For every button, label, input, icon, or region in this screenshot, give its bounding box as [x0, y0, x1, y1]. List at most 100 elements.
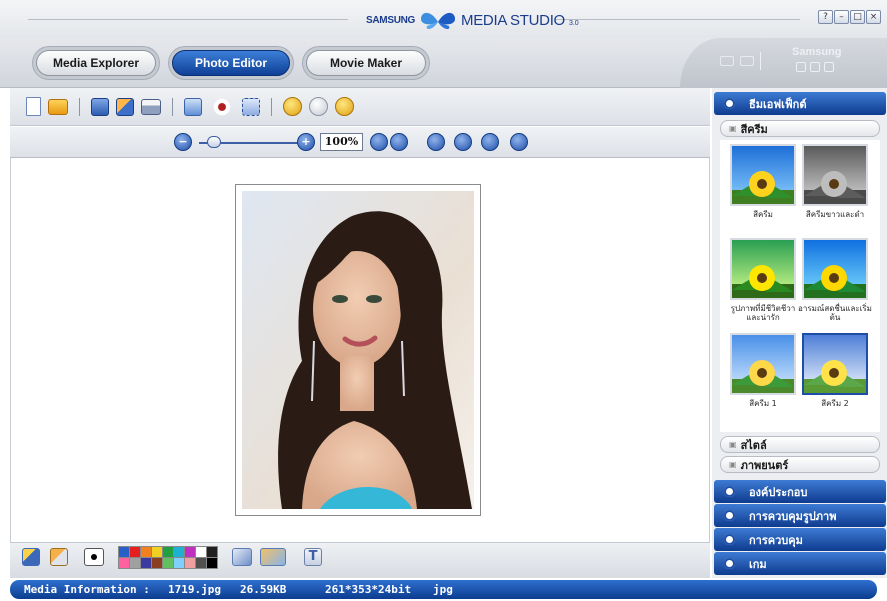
- brush-size-button[interactable]: [84, 548, 104, 566]
- magic-wand-icon[interactable]: [232, 548, 252, 566]
- color-swatch[interactable]: [185, 547, 195, 557]
- photo-device-icon[interactable]: [796, 62, 806, 72]
- sunflower-thumbnail-image: [732, 240, 794, 298]
- reset-icon[interactable]: [335, 97, 354, 116]
- text-tool-icon[interactable]: T: [304, 548, 322, 566]
- status-label: Media Information :: [24, 583, 150, 596]
- drawing-toolbar: [10, 542, 710, 578]
- effect-thumbnail-label: รูปภาพที่มีชีวิตชีวาและน่ารัก: [730, 304, 796, 322]
- subcategory-label: ภาพยนตร์: [740, 458, 789, 472]
- save-icon[interactable]: [91, 97, 109, 116]
- zoom-out-button[interactable]: −: [174, 133, 192, 151]
- undo-icon[interactable]: [283, 97, 302, 116]
- game-header[interactable]: เกม: [714, 552, 886, 575]
- color-swatch[interactable]: [163, 558, 173, 568]
- video-device-icon[interactable]: [810, 62, 820, 72]
- butterfly-logo-icon: [420, 12, 456, 30]
- effect-thumbnail-label: สีครีมขาวและดำ: [805, 210, 865, 219]
- color-swatch[interactable]: [185, 558, 195, 568]
- close-button[interactable]: ×: [866, 10, 881, 24]
- effect-thumbnail[interactable]: [802, 333, 868, 395]
- subcategory-style[interactable]: ▣ สไตล์: [720, 436, 880, 453]
- print-icon[interactable]: [141, 98, 161, 115]
- effect-thumbnail[interactable]: [730, 333, 796, 395]
- header-label: การควบคุมรูปภาพ: [749, 509, 837, 523]
- crop-icon[interactable]: [242, 97, 260, 116]
- music-device-icon[interactable]: [824, 62, 834, 72]
- main-toolbar: [10, 88, 710, 126]
- header-bullet-icon: [724, 98, 735, 109]
- color-swatch[interactable]: [141, 547, 151, 557]
- image-adjust-icon[interactable]: [184, 97, 202, 116]
- red-eye-icon[interactable]: [209, 96, 235, 117]
- color-swatch[interactable]: [196, 558, 206, 568]
- color-swatch[interactable]: [196, 547, 206, 557]
- subcategory-cream[interactable]: ▣ สีครีม: [720, 120, 880, 137]
- effect-thumbnail-label: สีครีม 2: [821, 399, 849, 408]
- save-as-icon[interactable]: [116, 97, 134, 116]
- tab-photo-editor[interactable]: Photo Editor: [172, 50, 290, 76]
- zoom-level-field[interactable]: 100%: [320, 133, 363, 151]
- zoom-in-button[interactable]: +: [297, 133, 315, 151]
- photo-frame[interactable]: [235, 184, 481, 516]
- expand-box-icon: ▣: [729, 440, 737, 449]
- status-bar: Media Information : 1719.jpg 26.59KB 261…: [10, 580, 877, 599]
- tab-media-explorer[interactable]: Media Explorer: [36, 50, 156, 76]
- maximize-button[interactable]: □: [850, 10, 865, 24]
- phone-device-icon[interactable]: [720, 56, 734, 66]
- color-swatch[interactable]: [152, 558, 162, 568]
- rotate-right-icon[interactable]: [481, 133, 499, 151]
- status-dimensions: 261*353*24bit: [325, 583, 412, 596]
- stamp-effects-icon[interactable]: [260, 548, 286, 566]
- sunflower-thumbnail-image: [804, 335, 866, 393]
- sunflower-thumbnail-image: [732, 335, 794, 393]
- color-swatch[interactable]: [207, 558, 217, 568]
- toolbar-divider: [79, 97, 80, 116]
- color-swatch[interactable]: [174, 547, 184, 557]
- color-swatch[interactable]: [163, 547, 173, 557]
- expand-box-icon: ▣: [729, 124, 737, 133]
- status-filename: 1719.jpg: [168, 583, 221, 596]
- control-header[interactable]: การควบคุม: [714, 528, 886, 551]
- image-control-header[interactable]: การควบคุมรูปภาพ: [714, 504, 886, 527]
- color-swatch[interactable]: [119, 558, 129, 568]
- sunflower-thumbnail-image: [732, 146, 794, 204]
- color-swatch[interactable]: [130, 547, 140, 557]
- player-device-icon[interactable]: [740, 56, 754, 66]
- color-swatch[interactable]: [141, 558, 151, 568]
- header-label: การควบคุม: [749, 533, 803, 547]
- effect-thumbnail[interactable]: [802, 144, 868, 206]
- color-swatch[interactable]: [207, 547, 217, 557]
- subcategory-label: สไตล์: [740, 438, 767, 452]
- fit-icon[interactable]: [370, 133, 388, 151]
- flip-horizontal-icon[interactable]: [427, 133, 445, 151]
- effect-thumbnail[interactable]: [802, 238, 868, 300]
- eraser-icon[interactable]: [50, 548, 68, 566]
- rotate-left-icon[interactable]: [510, 133, 528, 151]
- brand-version: 3.0: [568, 19, 579, 27]
- color-swatch[interactable]: [174, 558, 184, 568]
- subcategory-film[interactable]: ▣ ภาพยนตร์: [720, 456, 880, 473]
- zoom-slider-knob[interactable]: [207, 136, 221, 148]
- actual-size-icon[interactable]: [390, 133, 408, 151]
- open-folder-icon[interactable]: [48, 98, 68, 115]
- redo-icon[interactable]: [309, 97, 328, 116]
- minimize-button[interactable]: –: [834, 10, 849, 24]
- tab-movie-maker[interactable]: Movie Maker: [306, 50, 426, 76]
- color-swatch[interactable]: [130, 558, 140, 568]
- theme-effect-header[interactable]: ธีมเอฟเฟ็กต์: [714, 92, 886, 115]
- brush-dot-icon: [91, 554, 97, 560]
- edited-photo: [242, 191, 474, 509]
- flip-vertical-icon[interactable]: [454, 133, 472, 151]
- color-swatch[interactable]: [119, 547, 129, 557]
- color-palette[interactable]: [118, 546, 218, 569]
- new-file-icon[interactable]: [26, 97, 41, 116]
- help-button[interactable]: ?: [818, 10, 833, 24]
- device-icons: [720, 52, 761, 70]
- status-size: 26.59KB: [240, 583, 287, 596]
- effect-thumbnail[interactable]: [730, 238, 796, 300]
- components-header[interactable]: องค์ประกอบ: [714, 480, 886, 503]
- pencil-icon[interactable]: [22, 548, 40, 566]
- effect-thumbnail[interactable]: [730, 144, 796, 206]
- color-swatch[interactable]: [152, 547, 162, 557]
